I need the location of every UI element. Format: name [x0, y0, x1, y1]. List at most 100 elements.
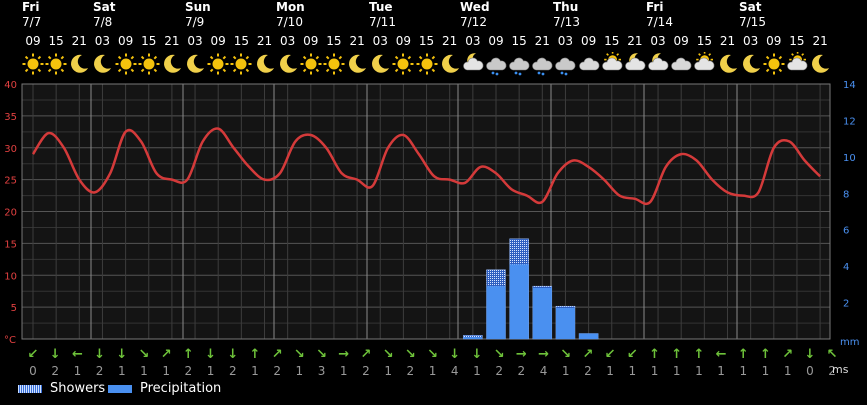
day-name: Fri [646, 0, 664, 14]
wind-cell: ↙ 1 [620, 347, 644, 379]
wind-cell: ↘ 3 [310, 347, 334, 379]
right-axis-tick: 8 [843, 189, 849, 200]
sun-icon [415, 52, 439, 76]
sun-icon [206, 52, 230, 76]
wind-cell: ↙ 1 [598, 348, 622, 379]
hour-label: 21 [442, 34, 458, 48]
wind-speed: 2 [406, 364, 415, 378]
hour-label: 15 [789, 34, 805, 48]
sun-icon [322, 52, 346, 76]
wind-direction-arrow-icon: ↙ [626, 347, 638, 362]
precipitation-bar [463, 337, 483, 339]
wind-speed: 1 [650, 364, 659, 378]
wind-direction-arrow-icon: ↑ [249, 347, 261, 362]
moon-cloud-icon [646, 52, 670, 76]
wind-speed: 1 [140, 364, 148, 378]
hour-label: 21 [719, 34, 736, 48]
day-date: 7/14 [646, 15, 673, 29]
wind-direction-arrow-icon: ↘ [316, 347, 328, 362]
temperature-line [31, 127, 821, 206]
wind-cell: ↘ 1 [132, 347, 156, 379]
wind-cell: ↑ 1 [754, 348, 778, 379]
wind-cell: → 1 [332, 347, 356, 379]
wind-speed: 1 [162, 364, 170, 378]
wind-speed: 2 [273, 364, 281, 378]
hour-label: 21 [349, 34, 365, 48]
wind-direction-arrow-icon: ↘ [138, 347, 150, 362]
legend-showers: Showers [18, 381, 105, 396]
wind-cell: ↑ 2 [176, 347, 200, 379]
wind-direction-arrow-icon: ↙ [27, 347, 39, 362]
sun-cloud-icon [692, 51, 716, 76]
hour-label: 09 [210, 34, 226, 48]
wind-speed: 1 [561, 364, 570, 378]
wind-direction-arrow-icon: ↓ [49, 347, 61, 362]
left-axis-tick: 35 [4, 112, 17, 123]
wind-speed: 1 [628, 364, 637, 378]
wind-speed: 1 [73, 364, 82, 378]
moon-icon [276, 52, 300, 76]
wind-speed: 1 [384, 364, 392, 378]
wind-direction-arrow-icon: ↘ [404, 347, 416, 362]
legend-precipitation: Precipitation [108, 381, 221, 396]
wind-direction-arrow-icon: → [515, 347, 527, 362]
wind-cell: ↘ 2 [487, 347, 511, 379]
wind-direction-arrow-icon: ↓ [449, 347, 461, 362]
day-date: 7/11 [369, 15, 396, 29]
moon-cloud-icon [623, 52, 647, 76]
wind-speed: 3 [317, 364, 326, 378]
wind-direction-arrow-icon: ↗ [160, 347, 172, 362]
day-label: Wed 7/12 [460, 0, 520, 30]
hour-label: 15 [511, 34, 527, 48]
wind-cell: ↘ 1 [376, 348, 400, 379]
day-label: Sat 7/15 [739, 0, 799, 30]
wind-direction-arrow-icon: ← [71, 347, 83, 362]
wind-cell: ↗ 1 [776, 347, 800, 379]
wind-cell: ↗ 2 [576, 348, 600, 379]
wind-speed: 2 [362, 364, 370, 378]
wind-speed: 2 [51, 364, 59, 378]
moon-icon [739, 52, 763, 76]
wind-speed: 1 [206, 364, 215, 378]
rain-cloud-icon [507, 52, 531, 76]
hour-label: 03 [280, 34, 296, 48]
wind-direction-arrow-icon: ↖ [826, 347, 838, 362]
wind-cell: ↘ 1 [287, 348, 311, 379]
wind-direction-arrow-icon: ↘ [493, 347, 505, 362]
wind-cell: → 4 [532, 348, 556, 379]
wind-direction-arrow-icon: ↗ [782, 347, 794, 362]
wind-speed: 1 [695, 364, 703, 378]
wind-direction-arrow-icon: ↓ [205, 347, 217, 362]
moon-icon [183, 52, 207, 76]
hour-label: 15 [418, 34, 435, 48]
wind-speed: 1 [251, 364, 259, 378]
wind-cell: ↑ 1 [687, 348, 711, 379]
wind-direction-arrow-icon: → [338, 347, 350, 362]
wind-unit: ms [832, 363, 849, 376]
legend-showers-label: Showers [50, 381, 106, 396]
rain-cloud-icon [484, 52, 508, 76]
sun-icon [299, 52, 323, 76]
wind-cell: ↓ 2 [88, 348, 112, 379]
day-label: Mon 7/10 [276, 0, 336, 30]
wind-direction-arrow-icon: ↑ [182, 347, 194, 362]
right-axis-tick: 10 [843, 153, 856, 164]
left-axis-tick: 15 [4, 239, 17, 250]
precipitation-bar [532, 288, 552, 339]
moon-icon [160, 52, 184, 76]
wind-speed: 2 [584, 364, 592, 378]
sun-icon [114, 52, 138, 76]
precipitation-bar [555, 308, 575, 339]
wind-cell: ↙ 0 [21, 347, 45, 379]
day-name: Sat [93, 0, 116, 14]
day-date: 7/8 [93, 15, 113, 29]
sun-icon [44, 52, 68, 76]
wind-direction-arrow-icon: ↗ [271, 347, 283, 362]
wind-cell: ↓ 4 [443, 347, 467, 379]
wind-cell: ← 1 [709, 348, 733, 379]
moon-cloud-icon [461, 52, 485, 76]
sun-icon [137, 52, 161, 76]
moon-icon [67, 52, 91, 76]
wind-cell: ↑ 1 [731, 348, 755, 379]
day-label: Sun 7/9 [185, 0, 245, 30]
